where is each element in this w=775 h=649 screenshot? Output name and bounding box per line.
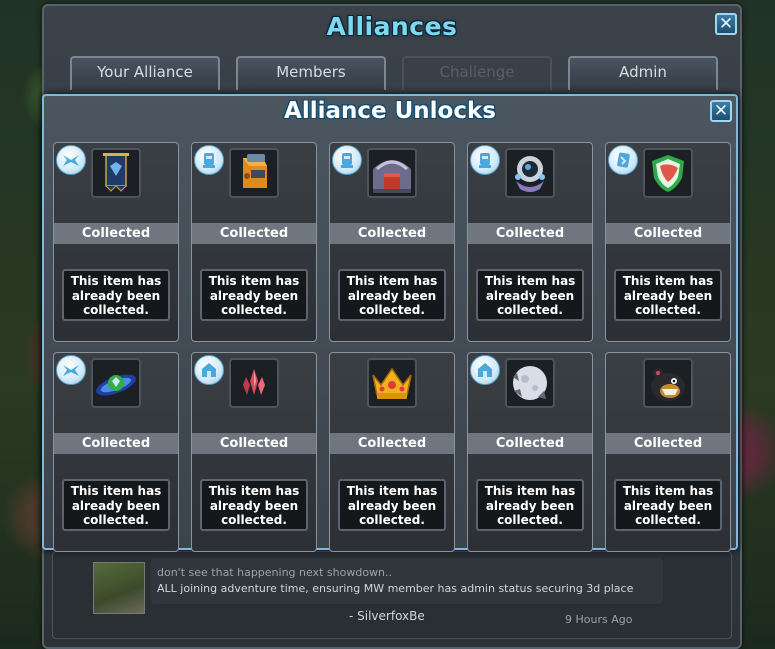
item-slot <box>367 148 417 198</box>
collected-message: This item has already been collected. <box>62 479 170 531</box>
news-author: - SilverfoxBe <box>349 609 425 623</box>
item-slot <box>505 148 555 198</box>
unlock-card[interactable]: Collected This item has already been col… <box>467 142 593 342</box>
item-slot <box>229 358 279 408</box>
tab-members[interactable]: Members <box>236 56 386 90</box>
armory-building-icon <box>373 160 411 193</box>
droid-badge-icon <box>332 145 362 175</box>
status-band: Collected <box>330 223 454 244</box>
item-slot <box>367 358 417 408</box>
status-band: Collected <box>330 433 454 454</box>
status-band: Collected <box>54 223 178 244</box>
crown-icon <box>372 367 412 399</box>
item-badge-icon <box>608 145 638 175</box>
unlock-card[interactable]: Collected This item has already been col… <box>467 352 593 552</box>
dialog-title: Alliance Unlocks <box>284 98 496 124</box>
news-text-line: ALL joining adventure time, ensuring MW … <box>157 582 634 595</box>
news-text-line: don't see that happening next showdown.. <box>157 566 393 579</box>
status-band: Collected <box>192 223 316 244</box>
alliance-unlocks-dialog: Alliance Unlocks ✕ Collected This item h… <box>42 94 738 552</box>
collected-message: This item has already been collected. <box>614 269 722 321</box>
planet-ring-icon <box>96 374 136 396</box>
unlock-card[interactable]: Collected This item has already been col… <box>605 352 731 552</box>
space-pod-icon <box>515 156 545 192</box>
building-badge-icon <box>470 355 500 385</box>
alliances-close-button[interactable]: ✕ <box>715 13 737 35</box>
red-crystal-icon <box>243 369 265 395</box>
unlock-grid: Collected This item has already been col… <box>53 142 733 552</box>
collected-message: This item has already been collected. <box>338 269 446 321</box>
collected-message: This item has already been collected. <box>476 479 584 531</box>
collected-message: This item has already been collected. <box>338 479 446 531</box>
collected-message: This item has already been collected. <box>476 269 584 321</box>
dialog-close-button[interactable]: ✕ <box>710 100 732 122</box>
news-avatar <box>93 562 145 614</box>
collected-message: This item has already been collected. <box>614 479 722 531</box>
alliance-tabs: Your Alliance Members Challenge Admin <box>70 56 720 92</box>
news-timestamp: 9 Hours Ago <box>565 613 633 626</box>
news-message-box: don't see that happening next showdown..… <box>151 558 663 604</box>
item-slot <box>229 148 279 198</box>
status-band: Collected <box>192 433 316 454</box>
cannon-turret-icon <box>243 154 267 188</box>
status-band: Collected <box>606 433 730 454</box>
droid-badge-icon <box>194 145 224 175</box>
status-band: Collected <box>54 433 178 454</box>
black-pet-creature-icon <box>651 368 685 401</box>
tab-challenge: Challenge <box>402 56 552 90</box>
collected-message: This item has already been collected. <box>200 479 308 531</box>
unlock-card[interactable]: Collected This item has already been col… <box>53 142 179 342</box>
unlock-card[interactable]: Collected This item has already been col… <box>329 142 455 342</box>
status-band: Collected <box>606 223 730 244</box>
item-slot <box>643 148 693 198</box>
news-feed: don't see that happening next showdown..… <box>52 551 732 639</box>
tab-admin[interactable]: Admin <box>568 56 718 90</box>
unlock-card[interactable]: Collected This item has already been col… <box>605 142 731 342</box>
droid-badge-icon <box>470 145 500 175</box>
unlock-card[interactable]: Collected This item has already been col… <box>191 142 317 342</box>
status-band: Collected <box>468 223 592 244</box>
item-slot <box>91 358 141 408</box>
spaceship-badge-icon <box>56 145 86 175</box>
moon-orb-icon <box>513 366 547 400</box>
item-slot <box>643 358 693 408</box>
collected-message: This item has already been collected. <box>62 269 170 321</box>
unlock-card[interactable]: Collected This item has already been col… <box>329 352 455 552</box>
building-badge-icon <box>194 355 224 385</box>
spaceship-badge-icon <box>56 355 86 385</box>
tab-your-alliance[interactable]: Your Alliance <box>70 56 220 90</box>
shield-icon <box>652 155 684 192</box>
collected-message: This item has already been collected. <box>200 269 308 321</box>
item-slot <box>505 358 555 408</box>
status-band: Collected <box>468 433 592 454</box>
unlock-card[interactable]: Collected This item has already been col… <box>191 352 317 552</box>
item-slot <box>91 148 141 198</box>
banner-icon <box>103 153 129 192</box>
unlock-card[interactable]: Collected This item has already been col… <box>53 352 179 552</box>
alliances-title: Alliances <box>326 12 458 41</box>
